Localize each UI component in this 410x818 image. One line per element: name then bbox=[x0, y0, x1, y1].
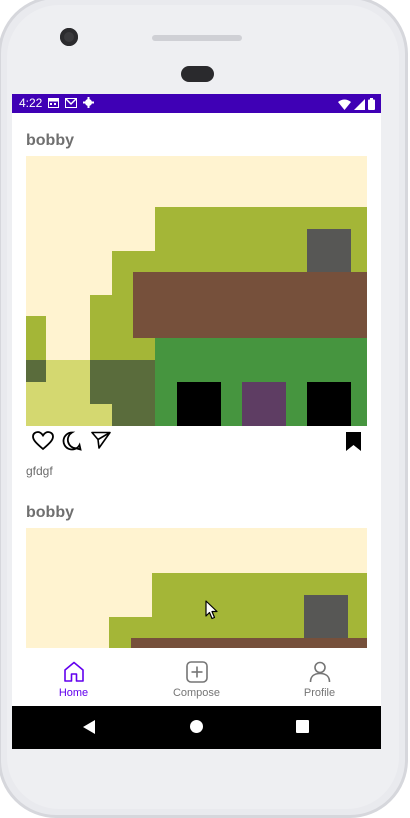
front-camera bbox=[60, 28, 78, 46]
post-image[interactable] bbox=[26, 528, 367, 648]
nav-label-profile: Profile bbox=[303, 687, 336, 699]
plus-square-icon bbox=[185, 661, 208, 688]
screen: 4:22 bobby gfdgf bobby Home Compose Prof… bbox=[12, 94, 381, 749]
device-frame: 4:22 bobby gfdgf bobby Home Compose Prof… bbox=[0, 0, 410, 818]
bottom-navigation: Home Compose Profile bbox=[12, 649, 381, 706]
system-navigation-bar bbox=[12, 706, 381, 749]
status-bar: 4:22 bbox=[12, 94, 381, 113]
calendar-icon bbox=[48, 95, 60, 113]
nav-item-profile[interactable]: Profile bbox=[258, 649, 381, 706]
post-actions bbox=[26, 431, 367, 455]
mouse-cursor-icon bbox=[205, 600, 219, 625]
earpiece-sensor bbox=[181, 66, 214, 82]
settings-icon bbox=[83, 95, 95, 113]
nav-item-home[interactable]: Home bbox=[12, 649, 135, 706]
nav-label-compose: Compose bbox=[172, 687, 221, 699]
back-icon[interactable] bbox=[82, 719, 96, 740]
post-caption: gfdgf bbox=[26, 464, 53, 478]
nav-item-compose[interactable]: Compose bbox=[135, 649, 258, 706]
nav-label-home: Home bbox=[58, 687, 89, 699]
recents-icon[interactable] bbox=[296, 720, 309, 733]
bookmark-icon[interactable] bbox=[345, 431, 362, 457]
send-icon[interactable] bbox=[91, 431, 111, 454]
post-username[interactable]: bobby bbox=[26, 132, 74, 150]
feed[interactable]: bobby gfdgf bobby bbox=[12, 113, 381, 649]
home-button-icon[interactable] bbox=[190, 720, 203, 733]
post-image[interactable] bbox=[26, 156, 367, 426]
top-speaker-grille bbox=[152, 35, 242, 41]
status-time: 4:22 bbox=[19, 96, 43, 110]
heart-icon[interactable] bbox=[32, 431, 54, 456]
home-icon bbox=[63, 661, 85, 688]
comment-icon[interactable] bbox=[62, 431, 82, 456]
gmail-icon bbox=[65, 95, 78, 113]
post-username[interactable]: bobby bbox=[26, 504, 74, 522]
person-icon bbox=[309, 661, 331, 688]
